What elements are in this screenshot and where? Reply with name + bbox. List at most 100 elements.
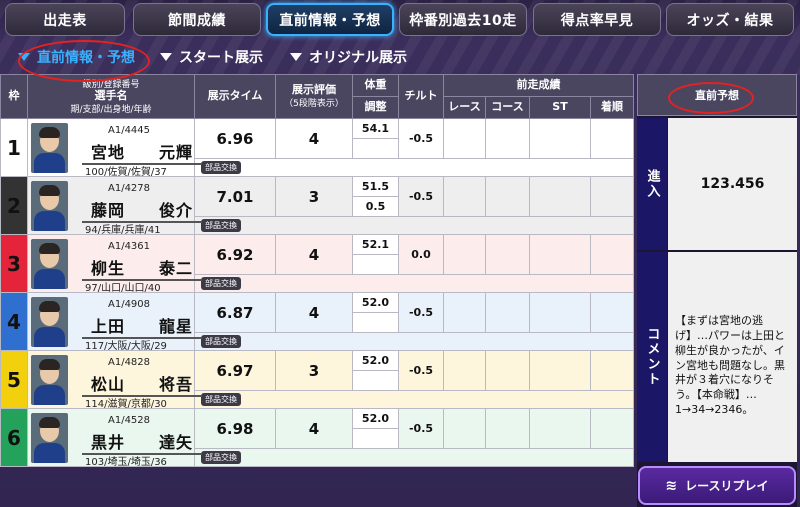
tilt: 0.0	[398, 234, 444, 275]
racer-name[interactable]: 宮地 元輝	[82, 139, 202, 165]
subnav-start-exhibition[interactable]: スタート展示	[160, 44, 263, 70]
weight-adjust	[352, 138, 399, 159]
tab-past-10-races[interactable]: 枠番別過去10走	[399, 3, 527, 36]
subnav-label: スタート展示	[179, 50, 263, 66]
parts-badge[interactable]: 部品交換	[201, 277, 241, 290]
prev-rank	[590, 234, 634, 275]
prev-course	[485, 350, 530, 391]
tenji-time: 6.87	[194, 292, 276, 333]
header-tenji-eval: 展示評価 （5段階表示）	[275, 74, 353, 119]
waku-number: 4	[0, 292, 28, 351]
comment-label: コメント	[637, 252, 667, 462]
parts-badge[interactable]: 部品交換	[201, 161, 241, 174]
parts-cell: 部品交換	[194, 448, 634, 467]
header-st: ST	[529, 96, 591, 119]
tenji-time: 6.97	[194, 350, 276, 391]
subnav-original-exhibition[interactable]: オリジナル展示	[290, 44, 407, 70]
parts-cell: 部品交換	[194, 390, 634, 409]
weight: 54.1	[352, 118, 399, 139]
prev-race	[443, 408, 486, 449]
racer-cell[interactable]: A1/4908 上田 龍星 117/大阪/大阪/29	[27, 292, 202, 352]
racer-info: 103/埼玉/埼玉/36	[85, 457, 167, 468]
racer-class-reg: A1/4361	[108, 241, 151, 252]
header-tilt: チルト	[398, 74, 444, 119]
header-racer-line2: 選手名	[94, 89, 128, 103]
weight-adjust	[352, 370, 399, 391]
waku-number: 3	[0, 234, 28, 293]
weight: 52.0	[352, 408, 399, 429]
prev-st	[529, 350, 591, 391]
prev-rank	[590, 118, 634, 159]
comment-text: 【まずは宮地の逃げ】…パワーは上田と柳生が良かったが、イン宮地も問題なし。黒井が…	[668, 252, 797, 462]
prev-rank	[590, 408, 634, 449]
racer-row: 4 A1/4908 上田 龍星 117/大阪/大阪/29 6.87 4 52.0 -0.5	[0, 292, 634, 352]
parts-cell: 部品交換	[194, 158, 634, 177]
prev-course	[485, 408, 530, 449]
header-racer-line3: 期/支部/出身地/年齢	[70, 104, 152, 115]
tab-score-rate[interactable]: 得点率早見	[533, 3, 661, 36]
tab-entry-list[interactable]: 出走表	[5, 3, 125, 36]
parts-badge[interactable]: 部品交換	[201, 393, 241, 406]
racer-name[interactable]: 柳生 泰二	[82, 255, 202, 281]
racer-class-reg: A1/4528	[108, 415, 151, 426]
racer-photo	[31, 413, 68, 463]
replay-label: レースリプレイ	[685, 479, 769, 493]
header-adjust: 調整	[352, 96, 399, 119]
header-weight: 体重	[352, 74, 399, 97]
prev-st	[529, 234, 591, 275]
header-waku: 枠	[0, 74, 28, 119]
tilt: -0.5	[398, 408, 444, 449]
racer-photo	[31, 355, 68, 405]
tenji-eval: 3	[275, 176, 353, 217]
prev-race	[443, 234, 486, 275]
waku-number: 1	[0, 118, 28, 177]
prev-race	[443, 118, 486, 159]
parts-badge[interactable]: 部品交換	[201, 335, 241, 348]
racer-cell[interactable]: A1/4528 黒井 達矢 103/埼玉/埼玉/36	[27, 408, 202, 468]
weight: 52.0	[352, 292, 399, 313]
prev-st	[529, 176, 591, 217]
waku-number: 6	[0, 408, 28, 467]
prev-course	[485, 292, 530, 333]
weight: 52.1	[352, 234, 399, 255]
racer-class-reg: A1/4908	[108, 299, 151, 310]
racer-name[interactable]: 黒井 達矢	[82, 429, 202, 455]
parts-badge[interactable]: 部品交換	[201, 219, 241, 232]
racer-photo	[31, 181, 68, 231]
racer-photo	[31, 239, 68, 289]
racer-row: 3 A1/4361 柳生 泰二 97/山口/山口/40 6.92 4 52.1 0.0	[0, 234, 634, 294]
header-course: コース	[485, 96, 530, 119]
prev-race	[443, 176, 486, 217]
header-racer: 級別/登録番号 選手名 期/支部/出身地/年齢	[27, 74, 195, 119]
prev-course	[485, 234, 530, 275]
replay-icon: ≋	[665, 477, 678, 494]
annotation-oval-prediction	[668, 82, 754, 114]
racer-name[interactable]: 藤岡 俊介	[82, 197, 202, 223]
tab-pre-race-info[interactable]: 直前情報・予想	[266, 3, 394, 36]
page: 出走表 節間成績 直前情報・予想 枠番別過去10走 得点率早見 オッズ・結果 直…	[0, 0, 800, 507]
racer-name[interactable]: 松山 将吾	[82, 371, 202, 397]
racer-class-reg: A1/4278	[108, 183, 151, 194]
parts-badge[interactable]: 部品交換	[201, 451, 241, 464]
header-tenji-time: 展示タイム	[194, 74, 276, 119]
prev-rank	[590, 176, 634, 217]
tilt: -0.5	[398, 176, 444, 217]
prediction-panel: 直前予想 進入 123.456 コメント 【まずは宮地の逃げ】…パワーは上田と柳…	[637, 74, 797, 507]
prev-course	[485, 176, 530, 217]
racer-name[interactable]: 上田 龍星	[82, 313, 202, 339]
tenji-time: 6.96	[194, 118, 276, 159]
prev-st	[529, 118, 591, 159]
racer-cell[interactable]: A1/4361 柳生 泰二 97/山口/山口/40	[27, 234, 202, 294]
racer-cell[interactable]: A1/4278 藤岡 俊介 94/兵庫/兵庫/41	[27, 176, 202, 236]
tilt: -0.5	[398, 292, 444, 333]
tenji-eval: 3	[275, 350, 353, 391]
tab-session-results[interactable]: 節間成績	[133, 3, 261, 36]
racer-cell[interactable]: A1/4828 松山 将吾 114/滋賀/京都/30	[27, 350, 202, 410]
race-replay-button[interactable]: ≋ レースリプレイ	[638, 466, 796, 505]
racer-cell[interactable]: A1/4445 宮地 元輝 100/佐賀/佐賀/37	[27, 118, 202, 178]
waku-number: 2	[0, 176, 28, 235]
racer-class-reg: A1/4445	[108, 125, 151, 136]
tab-odds-results[interactable]: オッズ・結果	[666, 3, 794, 36]
racer-row: 5 A1/4828 松山 将吾 114/滋賀/京都/30 6.97 3 52.0 -0.5	[0, 350, 634, 410]
weight: 51.5	[352, 176, 399, 197]
